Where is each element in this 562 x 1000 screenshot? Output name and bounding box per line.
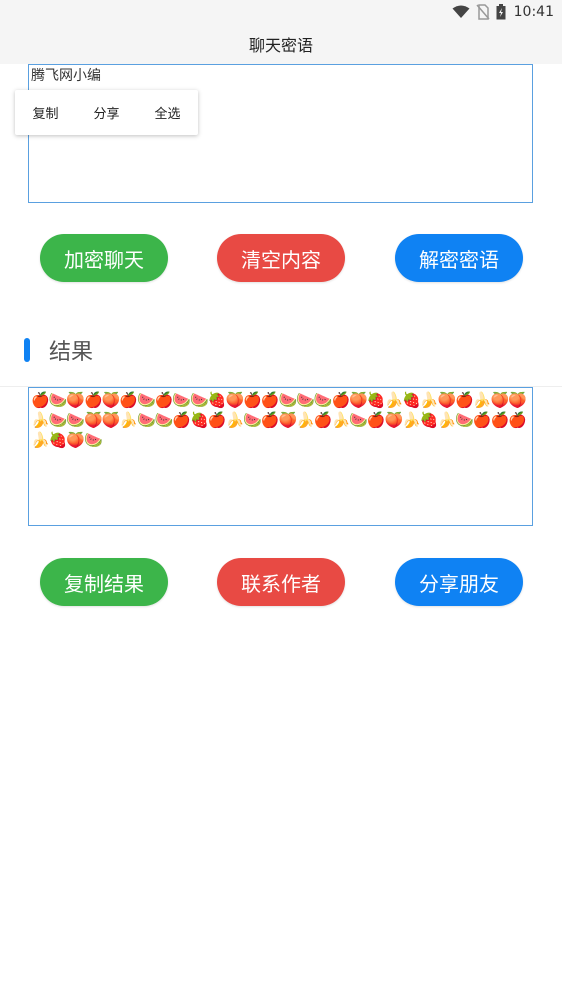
status-time: 10:41 — [513, 4, 554, 20]
section-accent-bar — [24, 338, 30, 362]
wifi-icon — [452, 5, 470, 19]
menu-item-share[interactable]: 分享 — [87, 103, 125, 122]
share-friends-button[interactable]: 分享朋友 — [395, 558, 523, 606]
status-bar: 10:41 — [0, 0, 562, 24]
title-bar: 聊天密语 — [0, 24, 562, 64]
result-section-title: 结果 — [49, 340, 94, 365]
contact-author-button[interactable]: 联系作者 — [217, 558, 345, 606]
encrypt-chat-button[interactable]: 加密聊天 — [40, 234, 168, 282]
action-buttons: 加密聊天 清空内容 解密密语 — [0, 234, 562, 282]
menu-item-select-all[interactable]: 全选 — [148, 103, 186, 122]
menu-item-copy[interactable]: 复制 — [26, 103, 64, 122]
result-output[interactable]: 🍎🍉🍑🍎🍑🍎🍉🍎🍉🍉🍓🍑🍎🍎🍉🍉🍉🍎🍑🍓🍌🍓🍌🍑🍎🍌🍑🍑🍌🍉🍉🍑🍑🍌🍉🍉🍎🍓🍎🍌… — [28, 387, 533, 526]
text-context-menu: 复制 分享 全选 — [15, 90, 198, 135]
decrypt-button[interactable]: 解密密语 — [395, 234, 523, 282]
no-sim-icon — [476, 4, 490, 20]
chat-cipher-screen: 10:41 聊天密语 腾飞网小编 复制 分享 全选 加密聊天 清空内容 解密密语… — [0, 0, 562, 1000]
battery-charging-icon — [496, 4, 506, 20]
copy-result-button[interactable]: 复制结果 — [40, 558, 168, 606]
page-title: 聊天密语 — [248, 36, 313, 55]
clear-content-button[interactable]: 清空内容 — [217, 234, 345, 282]
result-action-buttons: 复制结果 联系作者 分享朋友 — [0, 558, 562, 606]
status-icons: 10:41 — [452, 2, 554, 22]
result-section-header: 结果 — [0, 330, 562, 387]
